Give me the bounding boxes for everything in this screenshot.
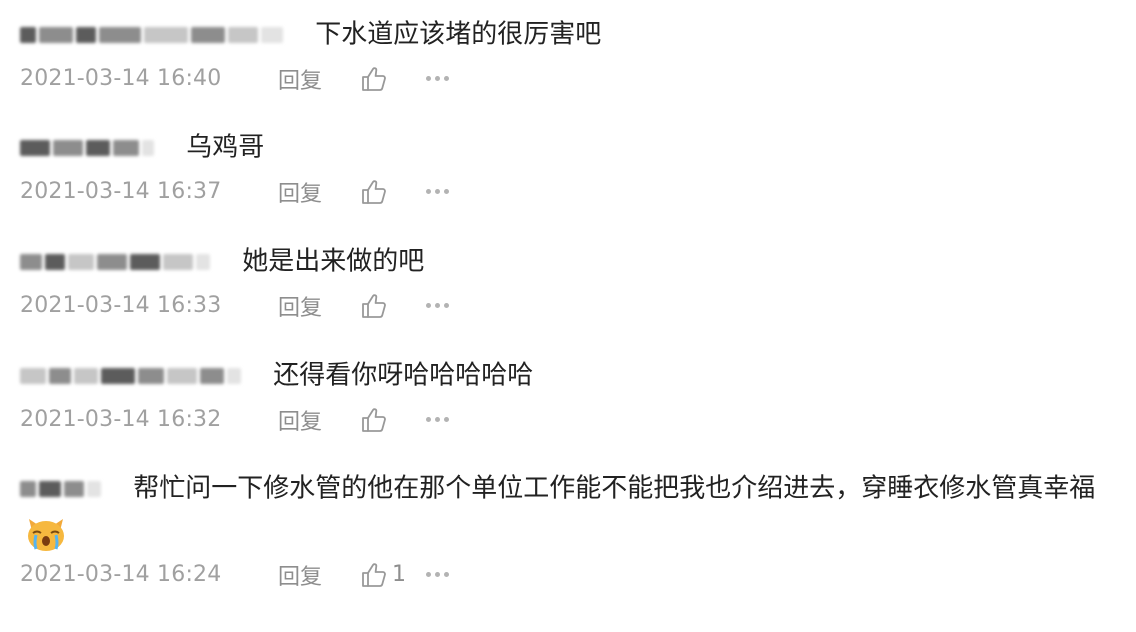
comment-item: 下水道应该堵的很厉害吧 2021-03-14 16:40 回复 bbox=[20, 10, 1116, 99]
thumbs-up-icon bbox=[362, 179, 386, 204]
like-button[interactable] bbox=[360, 292, 426, 320]
comment-text: 帮忙问一下修水管的他在那个单位工作能不能把我也介绍进去，穿睡衣修水管真幸福 bbox=[133, 473, 1096, 504]
comment-meta: 2021-03-14 16:33 回复 bbox=[20, 286, 1116, 326]
like-button[interactable] bbox=[360, 406, 426, 434]
comment-content: 帮忙问一下修水管的他在那个单位工作能不能把我也介绍进去，穿睡衣修水管真幸福 bbox=[20, 466, 1116, 555]
comment-timestamp: 2021-03-14 16:37 bbox=[20, 179, 222, 204]
username-redacted[interactable] bbox=[20, 479, 101, 499]
dot bbox=[444, 572, 449, 577]
dot bbox=[426, 303, 431, 308]
dot bbox=[444, 189, 449, 194]
reply-button[interactable]: 回复 bbox=[278, 176, 360, 208]
dot bbox=[426, 189, 431, 194]
dot bbox=[435, 417, 440, 422]
reply-button[interactable]: 回复 bbox=[278, 290, 360, 322]
comment-meta: 2021-03-14 16:32 回复 bbox=[20, 400, 1116, 440]
comment-timestamp: 2021-03-14 16:32 bbox=[20, 407, 222, 432]
comment-item: 乌鸡哥 2021-03-14 16:37 回复 bbox=[20, 123, 1116, 212]
comment-content: 乌鸡哥 bbox=[20, 123, 1116, 172]
username-redacted[interactable] bbox=[20, 366, 241, 386]
comment-meta: 2021-03-14 16:40 回复 bbox=[20, 59, 1116, 99]
more-options-button[interactable] bbox=[426, 417, 449, 422]
comment-text: 还得看你呀哈哈哈哈哈 bbox=[273, 360, 534, 391]
crying-cat-emoji bbox=[28, 519, 64, 551]
thumbs-up-icon bbox=[362, 66, 386, 91]
username-redacted[interactable] bbox=[20, 138, 154, 158]
username-redacted[interactable] bbox=[20, 252, 210, 272]
comment-timestamp: 2021-03-14 16:33 bbox=[20, 293, 222, 318]
thumbs-up-icon bbox=[362, 407, 386, 432]
comment-content: 下水道应该堵的很厉害吧 bbox=[20, 10, 1116, 59]
reply-button[interactable]: 回复 bbox=[278, 404, 360, 436]
like-button[interactable] bbox=[360, 65, 426, 93]
comment-timestamp: 2021-03-14 16:24 bbox=[20, 562, 222, 587]
dot bbox=[435, 189, 440, 194]
comment-text: 下水道应该堵的很厉害吧 bbox=[315, 19, 602, 50]
dot bbox=[435, 303, 440, 308]
comment-item: 帮忙问一下修水管的他在那个单位工作能不能把我也介绍进去，穿睡衣修水管真幸福 20… bbox=[20, 466, 1116, 595]
comment-text: 乌鸡哥 bbox=[186, 132, 265, 163]
dot bbox=[435, 572, 440, 577]
more-options-button[interactable] bbox=[426, 189, 449, 194]
comment-item: 她是出来做的吧 2021-03-14 16:33 回复 bbox=[20, 237, 1116, 326]
thumbs-up-icon bbox=[362, 562, 386, 587]
dot bbox=[426, 76, 431, 81]
comment-item: 还得看你呀哈哈哈哈哈 2021-03-14 16:32 回复 bbox=[20, 351, 1116, 440]
like-button[interactable] bbox=[360, 178, 426, 206]
comment-content: 还得看你呀哈哈哈哈哈 bbox=[20, 351, 1116, 400]
comment-text: 她是出来做的吧 bbox=[242, 246, 425, 277]
thumbs-up-icon bbox=[362, 293, 386, 318]
dot bbox=[444, 417, 449, 422]
comment-timestamp: 2021-03-14 16:40 bbox=[20, 66, 222, 91]
more-options-button[interactable] bbox=[426, 572, 449, 577]
dot bbox=[426, 572, 431, 577]
dot bbox=[435, 76, 440, 81]
more-options-button[interactable] bbox=[426, 76, 449, 81]
like-button[interactable]: 1 bbox=[360, 561, 426, 589]
comment-meta: 2021-03-14 16:37 回复 bbox=[20, 172, 1116, 212]
reply-button[interactable]: 回复 bbox=[278, 63, 360, 95]
comment-meta: 2021-03-14 16:24 回复 1 bbox=[20, 555, 1116, 595]
username-redacted[interactable] bbox=[20, 25, 283, 45]
like-count: 1 bbox=[392, 562, 406, 587]
reply-button[interactable]: 回复 bbox=[278, 559, 360, 591]
dot bbox=[444, 303, 449, 308]
dot bbox=[444, 76, 449, 81]
more-options-button[interactable] bbox=[426, 303, 449, 308]
dot bbox=[426, 417, 431, 422]
comment-content: 她是出来做的吧 bbox=[20, 237, 1116, 286]
